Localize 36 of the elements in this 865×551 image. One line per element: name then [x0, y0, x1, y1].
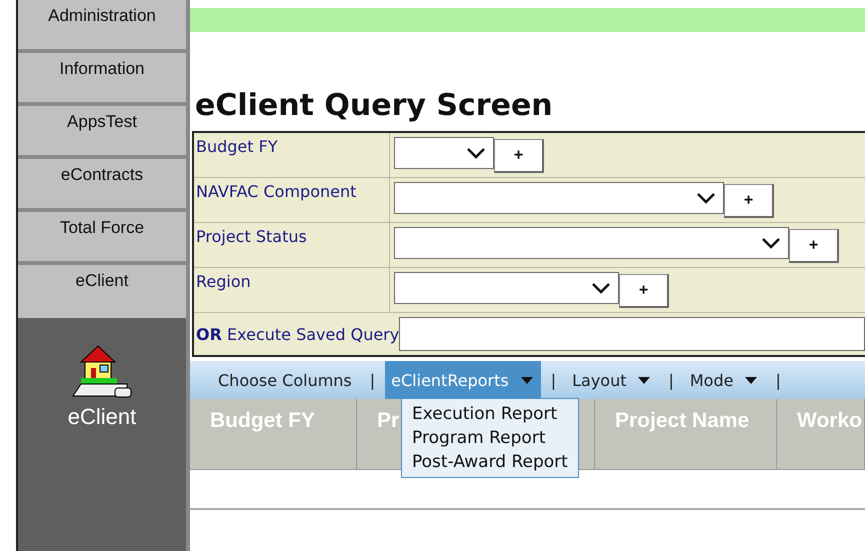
separator: | — [775, 370, 781, 390]
separator: | — [550, 370, 556, 390]
dropdown-field[interactable] — [394, 137, 494, 169]
sidebar-item[interactable]: eContracts — [18, 159, 186, 212]
field-label: Project Status — [194, 223, 390, 267]
dropdown-field[interactable] — [394, 182, 724, 214]
field-label: OR Execute Saved Query — [195, 324, 400, 344]
field-label: NAVFAC Component — [194, 178, 390, 222]
sidebar-item[interactable]: Administration — [18, 0, 186, 53]
menu-item[interactable]: Program Report — [402, 426, 578, 450]
menu-item[interactable]: Post-Award Report — [402, 450, 578, 474]
dropdown-field[interactable] — [394, 227, 789, 259]
separator: | — [370, 370, 376, 390]
field-label: Region — [194, 268, 390, 312]
toolbar-menu[interactable]: Mode — [684, 361, 766, 399]
menu-item[interactable]: Execution Report — [402, 402, 578, 426]
sidebar-item[interactable]: Information — [18, 53, 186, 106]
app-name: eClient — [68, 404, 136, 430]
add-button[interactable]: + — [494, 139, 544, 173]
add-button[interactable]: + — [789, 229, 839, 263]
saved-query-field[interactable] — [399, 317, 865, 351]
chevron-down-icon — [762, 238, 780, 248]
sidebar-item[interactable]: eClient — [18, 265, 186, 318]
page-title: eClient Query Screen — [195, 88, 554, 123]
sidebar-item[interactable]: AppsTest — [18, 106, 186, 159]
toolbar-menu[interactable]: Layout — [566, 361, 658, 399]
add-button[interactable]: + — [724, 184, 774, 218]
chevron-down-icon — [592, 282, 610, 294]
chevron-down-icon — [697, 192, 715, 204]
field-label: Budget FY — [194, 133, 390, 177]
chevron-down-icon — [467, 148, 485, 158]
toolbar-menu[interactable]: Choose Columns — [212, 361, 360, 399]
add-button[interactable]: + — [619, 274, 669, 308]
sidebar-item[interactable]: Total Force — [18, 212, 186, 265]
separator: | — [668, 370, 674, 390]
dropdown-field[interactable] — [394, 272, 619, 304]
